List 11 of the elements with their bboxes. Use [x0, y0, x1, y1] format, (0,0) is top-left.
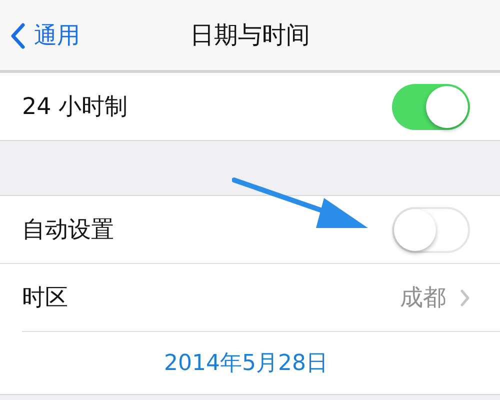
- back-chevron-icon: [10, 22, 26, 48]
- date-value[interactable]: 2014年5月28日: [164, 348, 328, 378]
- setting-value: 成都: [400, 284, 446, 313]
- setting-label: 自动设置: [22, 216, 115, 245]
- toggle-switch[interactable]: [392, 206, 470, 252]
- setting-label: 24 小时制: [22, 93, 129, 122]
- chevron-right-icon: [460, 288, 470, 306]
- back-button[interactable]: 通用: [10, 20, 80, 51]
- page-title: 日期与时间: [190, 20, 310, 51]
- toggle-switch[interactable]: [392, 84, 470, 130]
- setting-label: 时区: [22, 284, 69, 313]
